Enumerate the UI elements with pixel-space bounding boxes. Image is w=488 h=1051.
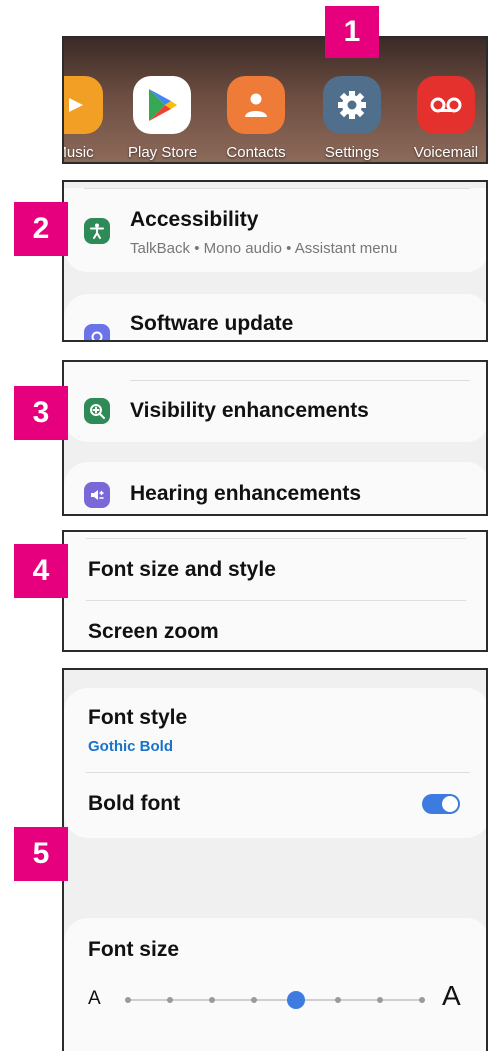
contacts-icon <box>227 76 285 134</box>
app-music[interactable]: Music <box>64 76 108 161</box>
settings-panel: Accessibility TalkBack • Mono audio • As… <box>62 180 488 342</box>
font-panel: Font style Gothic Bold Bold font Font si… <box>62 668 488 1051</box>
app-label: Voicemail <box>413 144 479 161</box>
software-update-title: Software update <box>130 312 294 335</box>
gear-icon <box>323 76 381 134</box>
divider <box>86 772 470 773</box>
bold-font-toggle[interactable] <box>422 794 460 814</box>
app-label: Contacts <box>226 144 286 161</box>
step-badge-2: 2 <box>14 202 68 256</box>
voicemail-icon <box>417 76 475 134</box>
hearing-enhancements-row[interactable]: Hearing enhancements <box>64 462 486 514</box>
font-size-slider[interactable] <box>122 988 428 1012</box>
step-badge-4: 4 <box>14 544 68 598</box>
slider-step-dot <box>419 997 425 1003</box>
accessibility-panel: Visibility enhancements Hearing enhancem… <box>62 360 488 516</box>
accessibility-row[interactable]: Accessibility TalkBack • Mono audio • As… <box>64 188 486 272</box>
font-style-row[interactable]: Font style Gothic Bold <box>64 688 486 772</box>
divider <box>86 538 466 539</box>
step-badge-1: 1 <box>325 6 379 58</box>
accessibility-subtitle: TalkBack • Mono audio • Assistant menu <box>130 240 398 257</box>
visibility-enhancements-row[interactable]: Visibility enhancements <box>64 362 486 442</box>
font-size-card: Font size A A <box>64 918 486 1051</box>
zoom-in-icon <box>84 398 110 424</box>
app-label: Music <box>64 144 94 161</box>
screen-zoom-item[interactable]: Screen zoom <box>88 620 219 644</box>
slider-step-dot <box>125 997 131 1003</box>
accessibility-title: Accessibility <box>130 208 259 231</box>
slider-step-dot <box>251 997 257 1003</box>
slider-thumb[interactable] <box>287 991 305 1009</box>
font-size-title: Font size <box>88 938 180 961</box>
visibility-enhancements-title: Visibility enhancements <box>130 399 369 422</box>
slider-step-dot <box>167 997 173 1003</box>
app-play-store[interactable]: Play Store <box>128 76 198 161</box>
app-voicemail[interactable]: Voicemail <box>412 76 480 161</box>
app-settings[interactable]: Settings <box>318 76 386 161</box>
accessibility-icon <box>84 218 110 244</box>
hearing-enhancements-title: Hearing enhancements <box>130 482 362 505</box>
app-label: Play Store <box>128 144 198 161</box>
font-size-large-label: A <box>442 980 461 1011</box>
font-settings-card: Font style Gothic Bold Bold font <box>64 688 486 838</box>
software-update-row[interactable]: Software update <box>64 294 486 340</box>
music-icon <box>64 76 103 134</box>
font-style-value: Gothic Bold <box>88 738 173 755</box>
slider-step-dot <box>377 997 383 1003</box>
divider <box>84 188 470 189</box>
visibility-panel: Font size and style Screen zoom <box>62 530 488 652</box>
slider-step-dot <box>209 997 215 1003</box>
toggle-knob <box>442 796 458 812</box>
font-style-title: Font style <box>88 706 188 729</box>
hearing-icon <box>84 482 110 508</box>
step-badge-5: 5 <box>14 827 68 881</box>
home-screen-panel: Music Play Store Contacts <box>62 36 488 164</box>
bold-font-label: Bold font <box>88 792 181 815</box>
divider <box>86 600 466 601</box>
slider-step-dot <box>335 997 341 1003</box>
play-store-icon <box>133 76 191 134</box>
font-size-and-style-item[interactable]: Font size and style <box>88 558 276 582</box>
software-update-icon <box>84 324 110 340</box>
app-contacts[interactable]: Contacts <box>222 76 290 161</box>
step-badge-3: 3 <box>14 386 68 440</box>
font-size-small-label: A <box>88 988 101 1009</box>
divider <box>130 380 470 381</box>
app-label: Settings <box>324 144 380 161</box>
